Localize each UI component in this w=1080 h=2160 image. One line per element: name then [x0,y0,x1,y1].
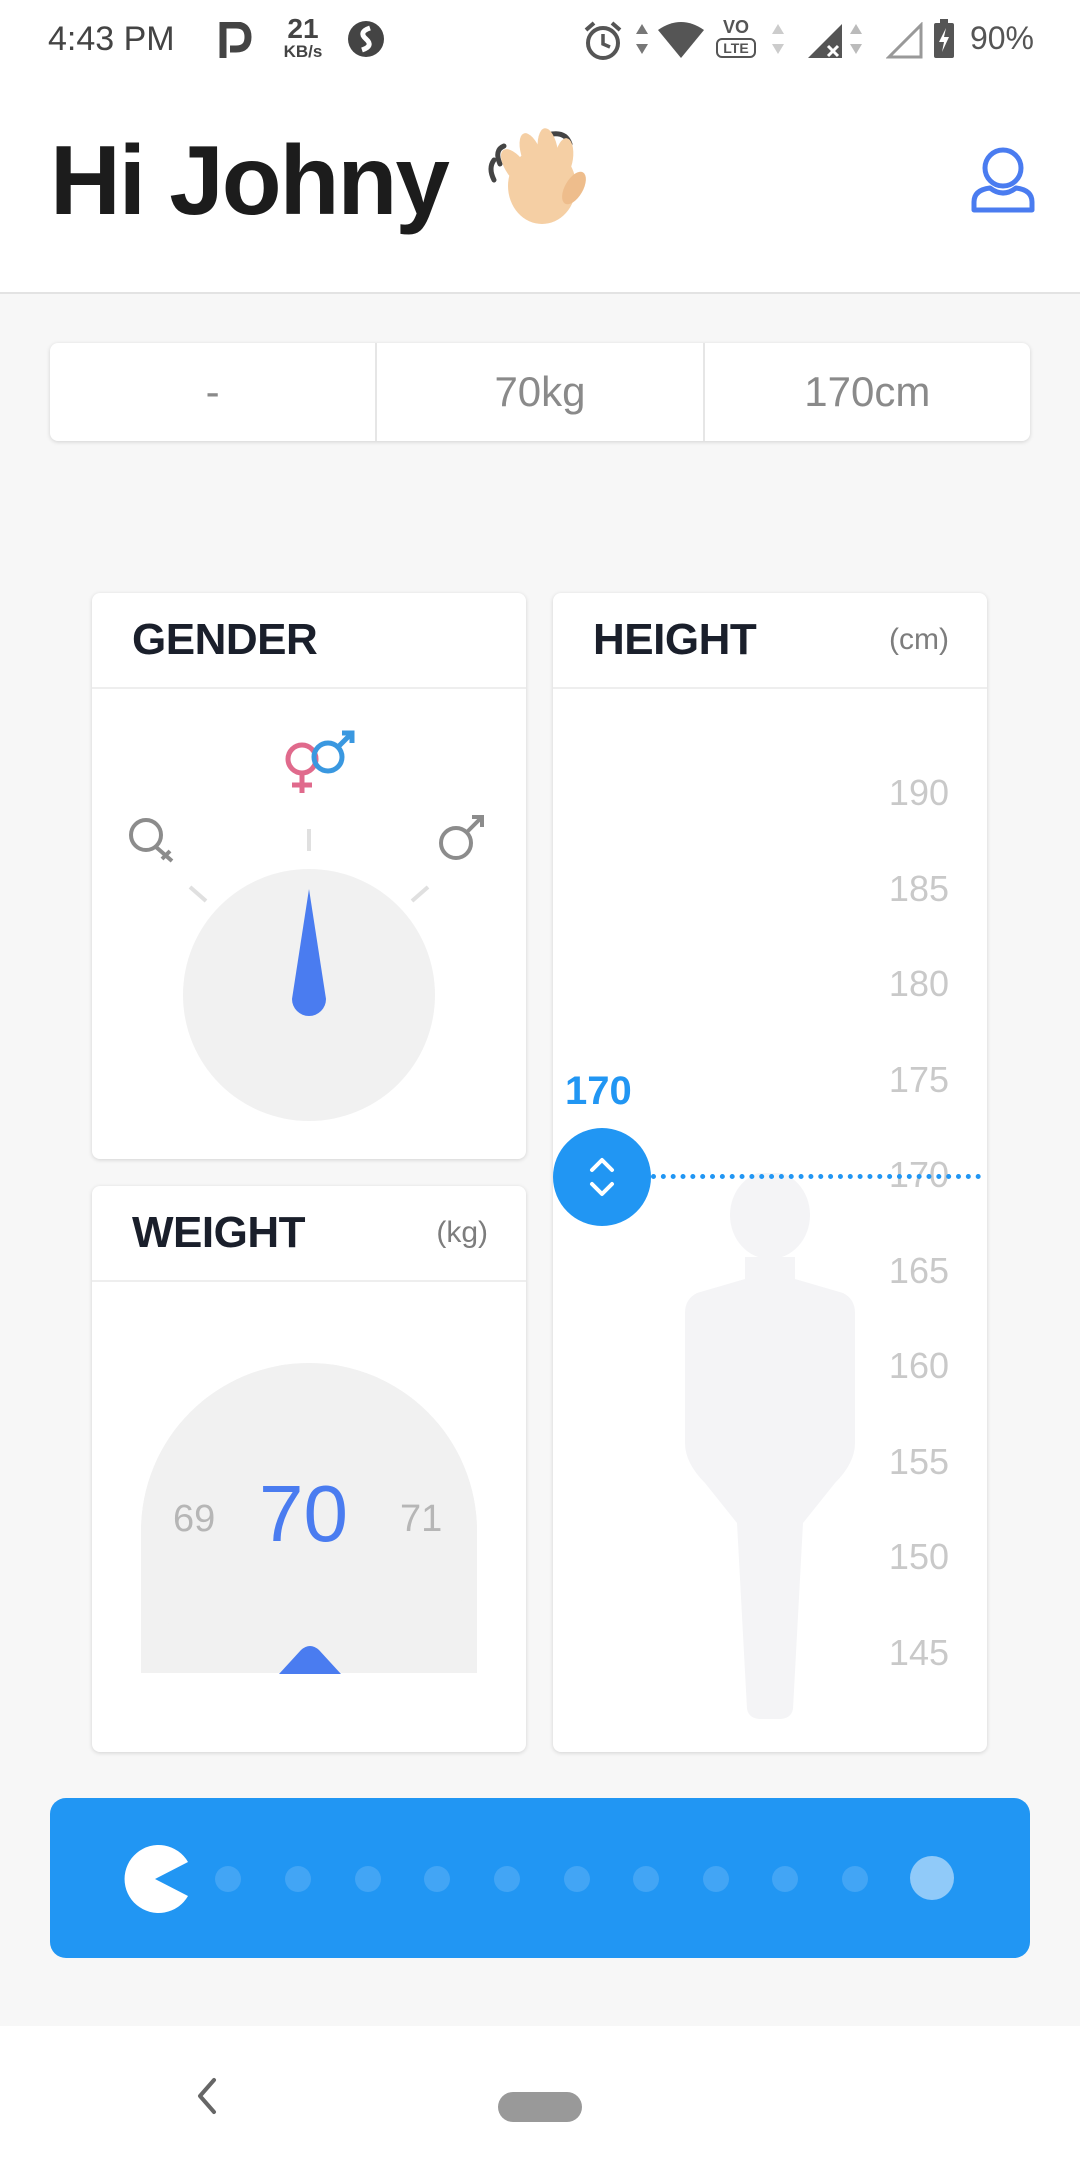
summary-height[interactable]: 170cm [705,343,1030,441]
summary-bar: - 70kg 170cm [50,343,1030,441]
volte-icon: VO LTE [716,16,756,58]
progress-dot [633,1866,659,1892]
height-unit: (cm) [889,623,949,656]
height-drag-handle[interactable] [553,1128,651,1226]
ruler-label: 155 [888,1441,949,1482]
wifi-icon [658,22,704,58]
alarm-icon [584,21,622,60]
pacman-icon [124,1845,188,1913]
ruler-label: 180 [888,963,949,1004]
next-button-progress[interactable] [50,1798,1030,1958]
weight-pointer [279,1646,341,1674]
ruler-label: 190 [888,772,949,813]
dial-tick [410,885,430,903]
data-arrows-icon [636,24,648,54]
progress-dot [842,1866,868,1892]
home-pill-button[interactable] [498,2092,582,2122]
progress-dot [494,1866,520,1892]
progress-dot [564,1866,590,1892]
status-time: 4:43 PM [48,20,175,58]
system-nav-bar [0,2026,1080,2160]
shazam-icon [348,21,384,57]
female-icon[interactable] [129,818,174,863]
height-card-header: HEIGHT (cm) [553,593,987,689]
height-indicator-line [651,1174,981,1179]
app-header: Hi Johny [0,84,1080,294]
weight-card-header: WEIGHT (kg) [92,1186,526,1282]
weight-next: 71 [400,1498,443,1540]
summary-gender[interactable]: - [50,343,378,441]
progress-dot [285,1866,311,1892]
body-silhouette [685,1173,855,1719]
gender-title: GENDER [132,615,318,664]
status-bar: 4:43 PM 21 KB/s VO LTE 90% [0,0,1080,84]
progress-dot [424,1866,450,1892]
battery-charging-icon [934,19,954,58]
weight-title: WEIGHT [132,1208,305,1257]
ruler-label: 185 [888,868,949,909]
parking-app-icon [219,22,252,58]
signal-arrows-icon [850,24,862,54]
dial-tick [188,885,208,903]
back-icon[interactable] [194,2076,218,2116]
weight-value: 70 [259,1469,348,1558]
summary-weight[interactable]: 70kg [377,343,705,441]
greeting-title: Hi Johny [50,125,450,235]
progress-dot-final [910,1856,954,1900]
signal-empty-icon [886,22,923,59]
male-icon[interactable] [439,815,484,860]
ruler-label: 160 [888,1345,949,1386]
ruler-label: 145 [888,1632,949,1673]
gender-card: GENDER [92,593,526,1159]
height-title: HEIGHT [593,615,757,664]
battery-percent: 90% [969,20,1034,56]
ruler-label: 165 [888,1250,949,1291]
progress-dot [703,1866,729,1892]
gender-dial[interactable] [92,689,526,1159]
volte-arrows-icon [772,24,784,54]
ruler-label: 175 [888,1059,949,1100]
progress-dot [355,1866,381,1892]
chevron-up-down-icon [590,1158,614,1196]
signal-icon [808,24,842,58]
waving-hand-icon [488,128,586,224]
gender-card-header: GENDER [92,593,526,689]
net-speed: 21 KB/s [283,13,323,62]
progress-dot [772,1866,798,1892]
user-profile-icon[interactable] [970,144,1036,214]
progress-dot [215,1866,241,1892]
ruler-label: 150 [888,1536,949,1577]
weight-card: WEIGHT (kg) 69 70 71 [92,1186,526,1752]
weight-prev: 69 [173,1498,216,1540]
weight-unit: (kg) [436,1216,488,1249]
both-gender-icon[interactable] [285,730,355,793]
height-value: 170 [565,1069,632,1113]
